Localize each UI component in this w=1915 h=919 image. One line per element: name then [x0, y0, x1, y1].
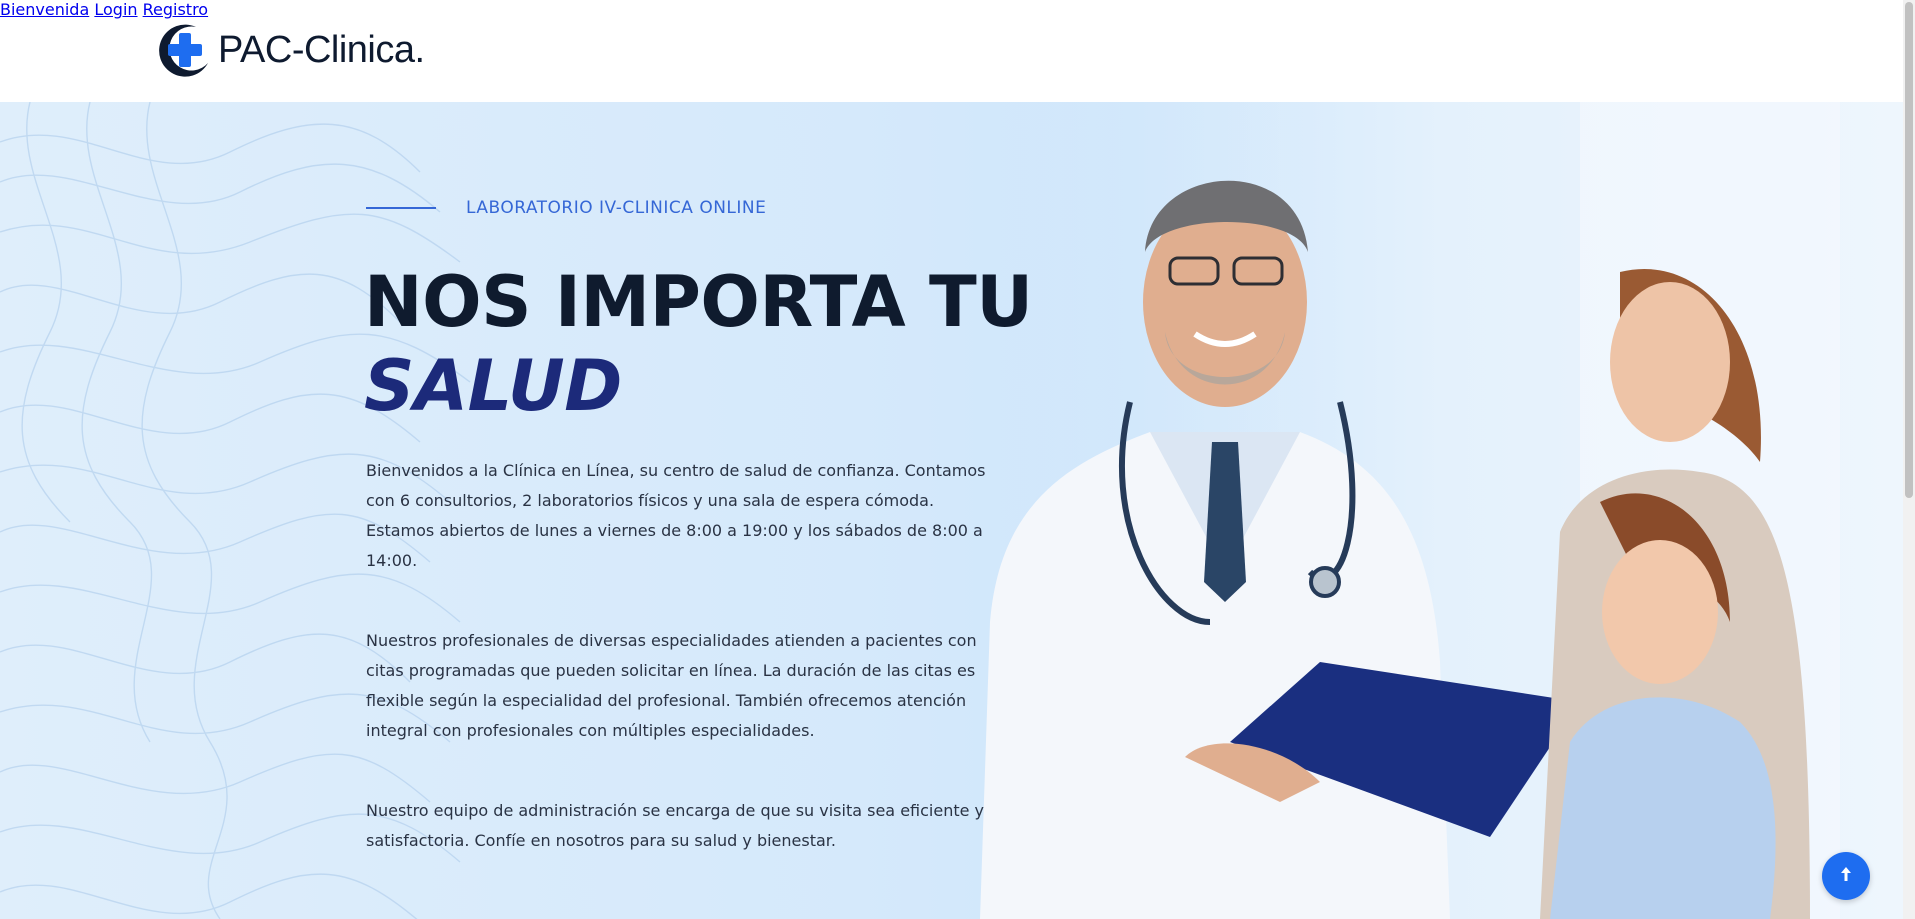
site-header: PAC-Clinica. Bienvenida Login Registro	[0, 0, 1915, 102]
page-scrollbar[interactable]	[1903, 0, 1915, 919]
scrollbar-thumb[interactable]	[1905, 2, 1913, 498]
site-logo[interactable]: PAC-Clinica.	[156, 22, 425, 78]
medical-cross-icon	[156, 21, 214, 79]
nav-bienvenida[interactable]: Bienvenida	[0, 0, 89, 19]
hero-section: LABORATORIO IV-CLINICA ONLINE NOS IMPORT…	[0, 102, 1903, 919]
headline-line-2: SALUD	[364, 345, 622, 427]
hero-eyebrow: LABORATORIO IV-CLINICA ONLINE	[366, 198, 766, 218]
hero-paragraph-2: Nuestros profesionales de diversas espec…	[366, 631, 977, 740]
hero-doctor-family-image	[980, 102, 1903, 919]
arrow-up-icon	[1836, 864, 1856, 888]
eyebrow-divider	[366, 207, 436, 209]
hero-paragraph-3: Nuestro equipo de administración se enca…	[366, 801, 985, 850]
hero-headline: NOS IMPORTA TU SALUD	[364, 260, 1033, 428]
scroll-to-top-button[interactable]	[1822, 852, 1870, 900]
nav-login[interactable]: Login	[94, 0, 137, 19]
headline-line-1: NOS IMPORTA TU	[364, 261, 1033, 343]
nav-registro[interactable]: Registro	[143, 0, 208, 19]
logo-text: PAC-Clinica.	[218, 28, 425, 71]
eyebrow-text: LABORATORIO IV-CLINICA ONLINE	[466, 198, 767, 218]
hero-paragraph-1: Bienvenidos a la Clínica en Línea, su ce…	[366, 461, 986, 570]
